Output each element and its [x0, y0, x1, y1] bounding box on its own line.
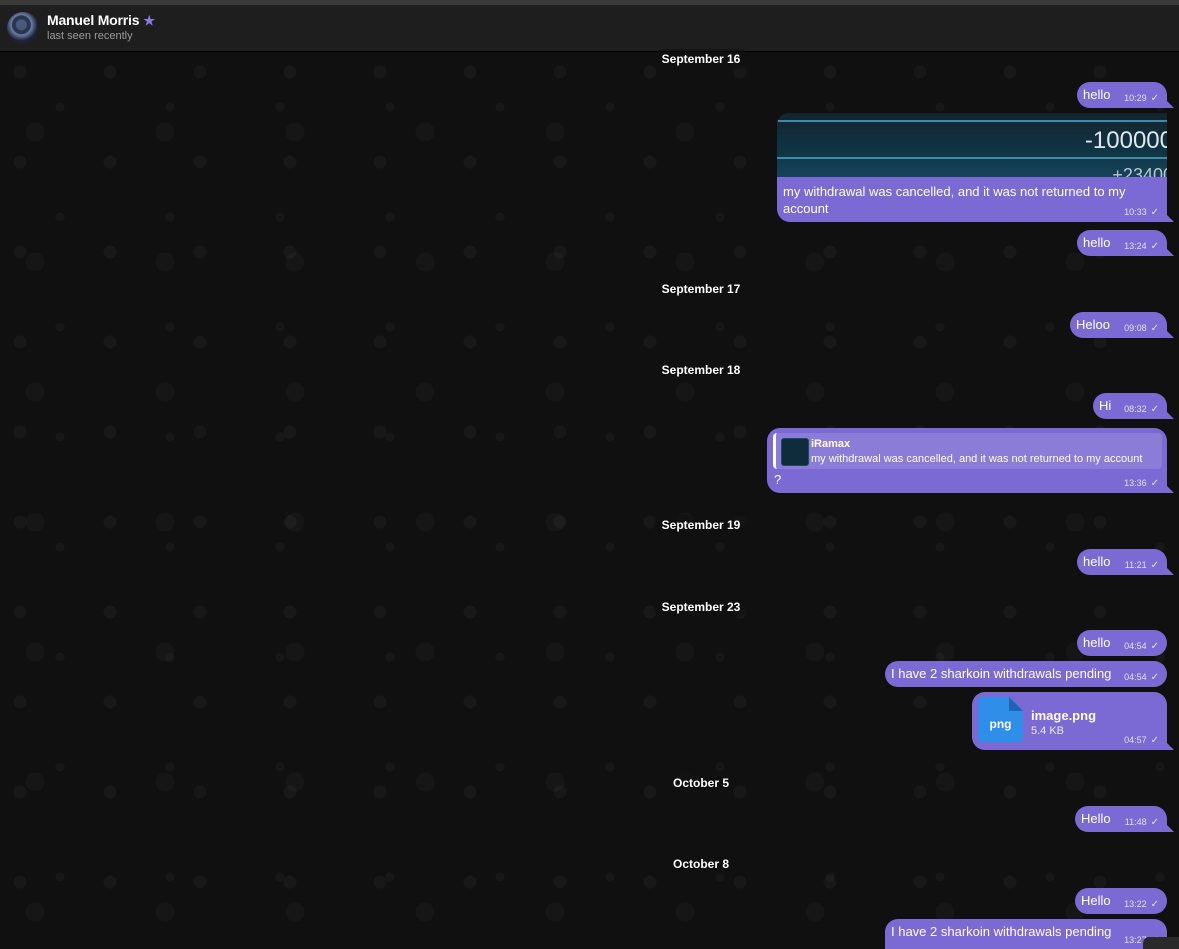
check-icon: ✓ — [1150, 735, 1159, 746]
date-separator: October 5 — [664, 773, 738, 793]
reply-thumbnail — [781, 438, 809, 466]
message-meta: 09:08 ✓ — [1124, 323, 1159, 334]
message-text: hello — [1083, 87, 1111, 102]
message-time: 10:29 — [1124, 93, 1147, 103]
message-bubble[interactable]: Hello 13:22 ✓ — [1075, 888, 1167, 914]
message-text: my withdrawal was cancelled, and it was … — [783, 184, 1126, 216]
message-time: 04:54 — [1124, 672, 1147, 682]
message-meta: 13:36 ✓ — [1124, 478, 1159, 489]
reply-author: iRamax — [811, 438, 851, 450]
message-time: 13:24 — [1124, 241, 1147, 251]
check-icon: ✓ — [1150, 241, 1159, 252]
message-bubble[interactable]: I have 2 sharkoin withdrawals pending 13… — [885, 919, 1167, 949]
check-icon: ✓ — [1150, 478, 1159, 489]
contact-name-text: Manuel Morris — [47, 12, 140, 28]
check-icon: ✓ — [1150, 560, 1159, 571]
check-icon: ✓ — [1150, 641, 1159, 652]
message-bubble[interactable]: hello 04:54 ✓ — [1077, 630, 1167, 656]
scroll-to-bottom-button[interactable] — [1143, 937, 1179, 949]
message-meta: 13:22 ✓ — [1124, 899, 1159, 910]
contact-status: last seen recently — [47, 30, 133, 42]
photo-text: -100000 — [1084, 127, 1167, 154]
message-meta: 04:57 ✓ — [1124, 735, 1159, 746]
message-bubble-file[interactable]: png image.png 5.4 KB 04:57 ✓ — [972, 692, 1167, 750]
message-bubble[interactable]: Hi 08:32 ✓ — [1093, 393, 1167, 419]
check-icon: ✓ — [1150, 207, 1159, 218]
file-name[interactable]: image.png — [1031, 708, 1096, 723]
date-separator: September 17 — [653, 279, 749, 299]
message-bubble[interactable]: hello 11:21 ✓ — [1077, 549, 1167, 575]
message-time: 10:33 — [1124, 207, 1147, 217]
message-meta: 08:32 ✓ — [1124, 404, 1159, 415]
message-text: Hello — [1081, 893, 1111, 908]
message-time: 08:32 — [1124, 404, 1147, 414]
message-text: ? — [774, 472, 782, 487]
check-icon: ✓ — [1150, 404, 1159, 415]
message-meta: 13:24 ✓ — [1124, 241, 1159, 252]
message-time: 11:21 — [1124, 560, 1147, 570]
date-separator: October 8 — [664, 854, 738, 874]
message-bubble[interactable]: I have 2 sharkoin withdrawals pending 04… — [885, 661, 1167, 687]
check-icon: ✓ — [1150, 817, 1159, 828]
message-time: 11:48 — [1124, 817, 1147, 827]
photo-text: +23400 — [1112, 165, 1167, 177]
message-time: 13:36 — [1124, 478, 1147, 488]
date-separator: September 18 — [653, 360, 749, 380]
date-separator: September 19 — [653, 515, 749, 535]
file-size: 5.4 KB — [1031, 725, 1065, 737]
message-bubble-reply[interactable]: iRamax my withdrawal was cancelled, and … — [767, 428, 1167, 493]
star-icon: ★ — [143, 13, 155, 28]
message-meta: 04:54 ✓ — [1124, 641, 1159, 652]
message-meta: 11:48 ✓ — [1125, 817, 1159, 828]
check-icon: ✓ — [1150, 672, 1159, 683]
message-meta: 11:21 ✓ — [1125, 560, 1159, 571]
photo-decoration — [777, 157, 1167, 159]
avatar[interactable] — [7, 12, 39, 44]
message-text: Hello — [1081, 811, 1111, 826]
message-meta: 10:33 ✓ — [1124, 207, 1159, 218]
message-text: hello — [1083, 635, 1111, 650]
check-icon: ✓ — [1150, 93, 1159, 104]
message-time: 13:22 — [1124, 899, 1147, 909]
contact-name[interactable]: Manuel Morris ★ — [47, 12, 155, 29]
reply-quote[interactable]: iRamax my withdrawal was cancelled, and … — [773, 433, 1162, 469]
file-icon-fold — [1009, 697, 1023, 711]
message-bubble-photo[interactable]: -100000 +23400 my withdrawal was cancell… — [777, 113, 1167, 222]
photo-preview[interactable]: -100000 +23400 — [777, 113, 1167, 177]
message-text: I have 2 sharkoin withdrawals pending — [891, 666, 1112, 681]
reply-text: my withdrawal was cancelled, and it was … — [811, 453, 1143, 465]
message-bubble[interactable]: hello 10:29 ✓ — [1077, 82, 1167, 108]
message-bubble[interactable]: hello 13:24 ✓ — [1077, 230, 1167, 256]
message-text: I have 2 sharkoin withdrawals pending — [891, 924, 1112, 939]
message-text: hello — [1083, 554, 1111, 569]
message-bubble[interactable]: Hello 11:48 ✓ — [1075, 806, 1167, 832]
message-time: 04:57 — [1124, 735, 1147, 745]
photo-decoration — [777, 120, 1167, 122]
check-icon: ✓ — [1150, 899, 1159, 910]
message-meta: 04:54 ✓ — [1124, 672, 1159, 683]
check-icon: ✓ — [1150, 323, 1159, 334]
message-time: 04:54 — [1124, 641, 1147, 651]
message-meta: 10:29 ✓ — [1124, 93, 1159, 104]
file-extension: png — [989, 717, 1012, 731]
chat-header[interactable]: Manuel Morris ★ last seen recently — [0, 5, 1179, 52]
message-time: 09:08 — [1124, 323, 1147, 333]
date-separator: September 16 — [653, 49, 749, 69]
message-text: hello — [1083, 235, 1111, 250]
date-separator: September 23 — [653, 597, 749, 617]
message-text: Heloo — [1076, 317, 1110, 332]
message-text: Hi — [1099, 398, 1112, 413]
message-bubble[interactable]: Heloo 09:08 ✓ — [1070, 312, 1167, 338]
